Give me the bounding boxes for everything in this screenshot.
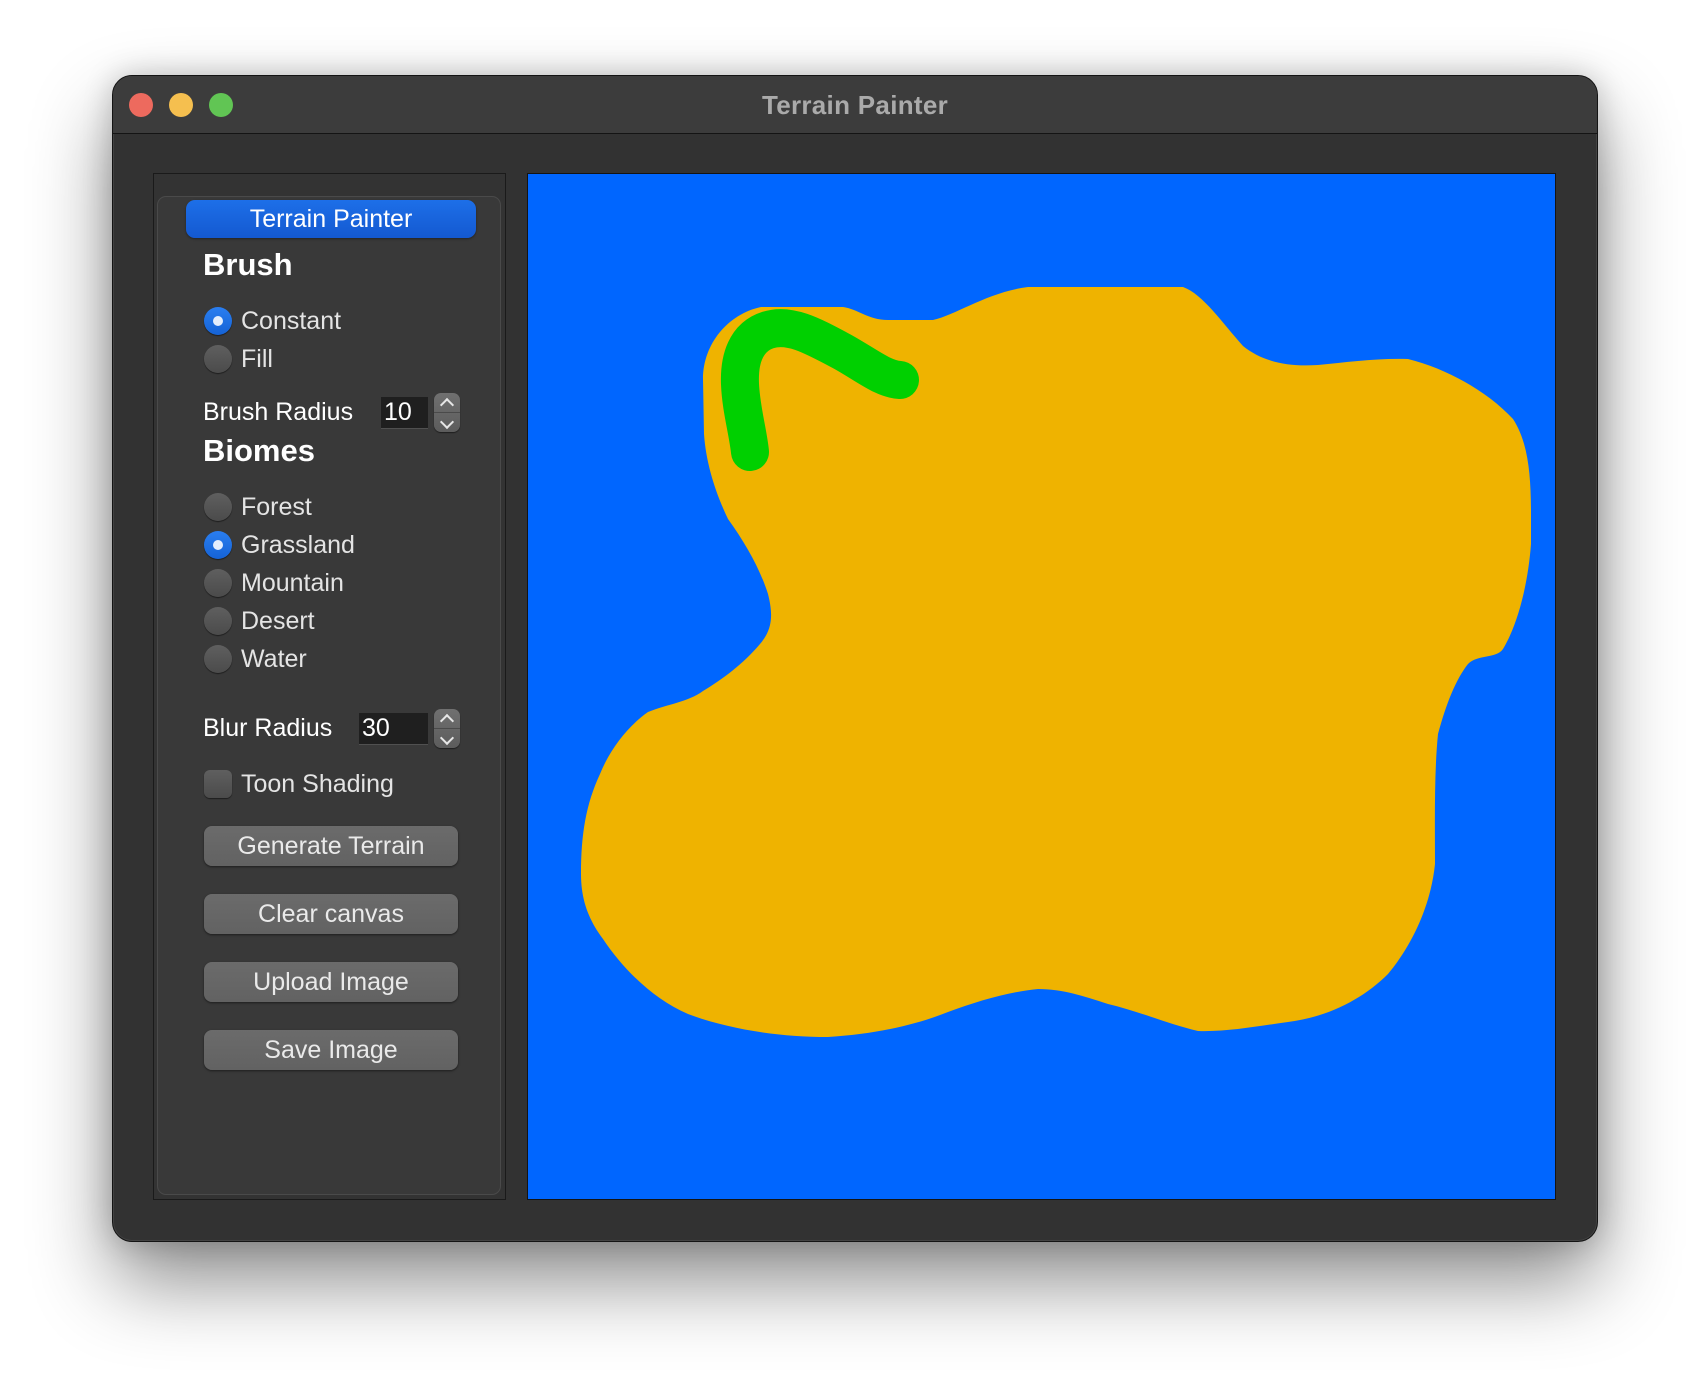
brush-radius-stepper[interactable] xyxy=(434,393,460,432)
biomes-heading: Biomes xyxy=(203,433,315,468)
brush-radius-field: Brush Radius xyxy=(203,393,483,433)
brush-option-constant[interactable]: Constant xyxy=(204,305,341,337)
blur-radius-input[interactable] xyxy=(359,713,428,745)
terrain-painter-group: Terrain Painter Brush Constant Fill Brus… xyxy=(157,196,501,1195)
radio-label: Water xyxy=(241,644,307,673)
control-panel: Terrain Painter Brush Constant Fill Brus… xyxy=(153,173,506,1200)
radio-label: Mountain xyxy=(241,568,344,597)
brush-option-fill[interactable]: Fill xyxy=(204,343,273,375)
radio-label: Constant xyxy=(241,306,342,335)
radio-unchecked-icon[interactable] xyxy=(204,345,232,373)
checkbox-unchecked-icon[interactable] xyxy=(204,770,232,798)
clear-canvas-button[interactable]: Clear canvas xyxy=(204,894,458,934)
generate-terrain-button[interactable]: Generate Terrain xyxy=(204,826,458,866)
terrain-canvas[interactable] xyxy=(527,173,1556,1200)
radio-unchecked-icon[interactable] xyxy=(204,569,232,597)
save-image-button[interactable]: Save Image xyxy=(204,1030,458,1070)
biome-option-forest[interactable]: Forest xyxy=(204,491,312,523)
chevron-down-icon xyxy=(439,414,455,430)
radio-label: Fill xyxy=(241,344,273,373)
biome-option-desert[interactable]: Desert xyxy=(204,605,315,637)
upload-image-button[interactable]: Upload Image xyxy=(204,962,458,1002)
biome-option-grassland[interactable]: Grassland xyxy=(204,529,355,561)
radio-label: Grassland xyxy=(241,530,355,559)
app-window: Terrain Painter Terrain Painter Brush Co… xyxy=(112,75,1598,1242)
radio-label: Forest xyxy=(241,492,312,521)
brush-radius-label: Brush Radius xyxy=(203,398,354,426)
checkbox-label: Toon Shading xyxy=(241,769,394,798)
brush-radius-input[interactable] xyxy=(381,397,428,429)
radio-unchecked-icon[interactable] xyxy=(204,645,232,673)
increment-button[interactable] xyxy=(434,393,460,413)
chevron-down-icon xyxy=(439,730,455,746)
chevron-up-icon xyxy=(439,713,455,729)
radio-unchecked-icon[interactable] xyxy=(204,493,232,521)
radio-checked-icon[interactable] xyxy=(204,307,232,335)
chevron-up-icon xyxy=(439,397,455,413)
blur-radius-stepper[interactable] xyxy=(434,709,460,748)
toon-shading-checkbox[interactable]: Toon Shading xyxy=(204,768,394,800)
blur-radius-field: Blur Radius xyxy=(203,709,483,749)
biome-option-mountain[interactable]: Mountain xyxy=(204,567,344,599)
radio-unchecked-icon[interactable] xyxy=(204,607,232,635)
brush-heading: Brush xyxy=(203,247,293,282)
decrement-button[interactable] xyxy=(434,413,460,432)
blur-radius-label: Blur Radius xyxy=(203,714,333,742)
radio-label: Desert xyxy=(241,606,315,635)
window-title: Terrain Painter xyxy=(761,90,949,120)
decrement-button[interactable] xyxy=(434,729,460,748)
radio-checked-icon[interactable] xyxy=(204,531,232,559)
title-bar[interactable]: Terrain Painter xyxy=(113,76,1597,134)
biome-option-water[interactable]: Water xyxy=(204,643,307,675)
increment-button[interactable] xyxy=(434,709,460,729)
terrain-canvas-drawing[interactable] xyxy=(528,174,1555,1199)
group-title: Terrain Painter xyxy=(186,200,476,238)
